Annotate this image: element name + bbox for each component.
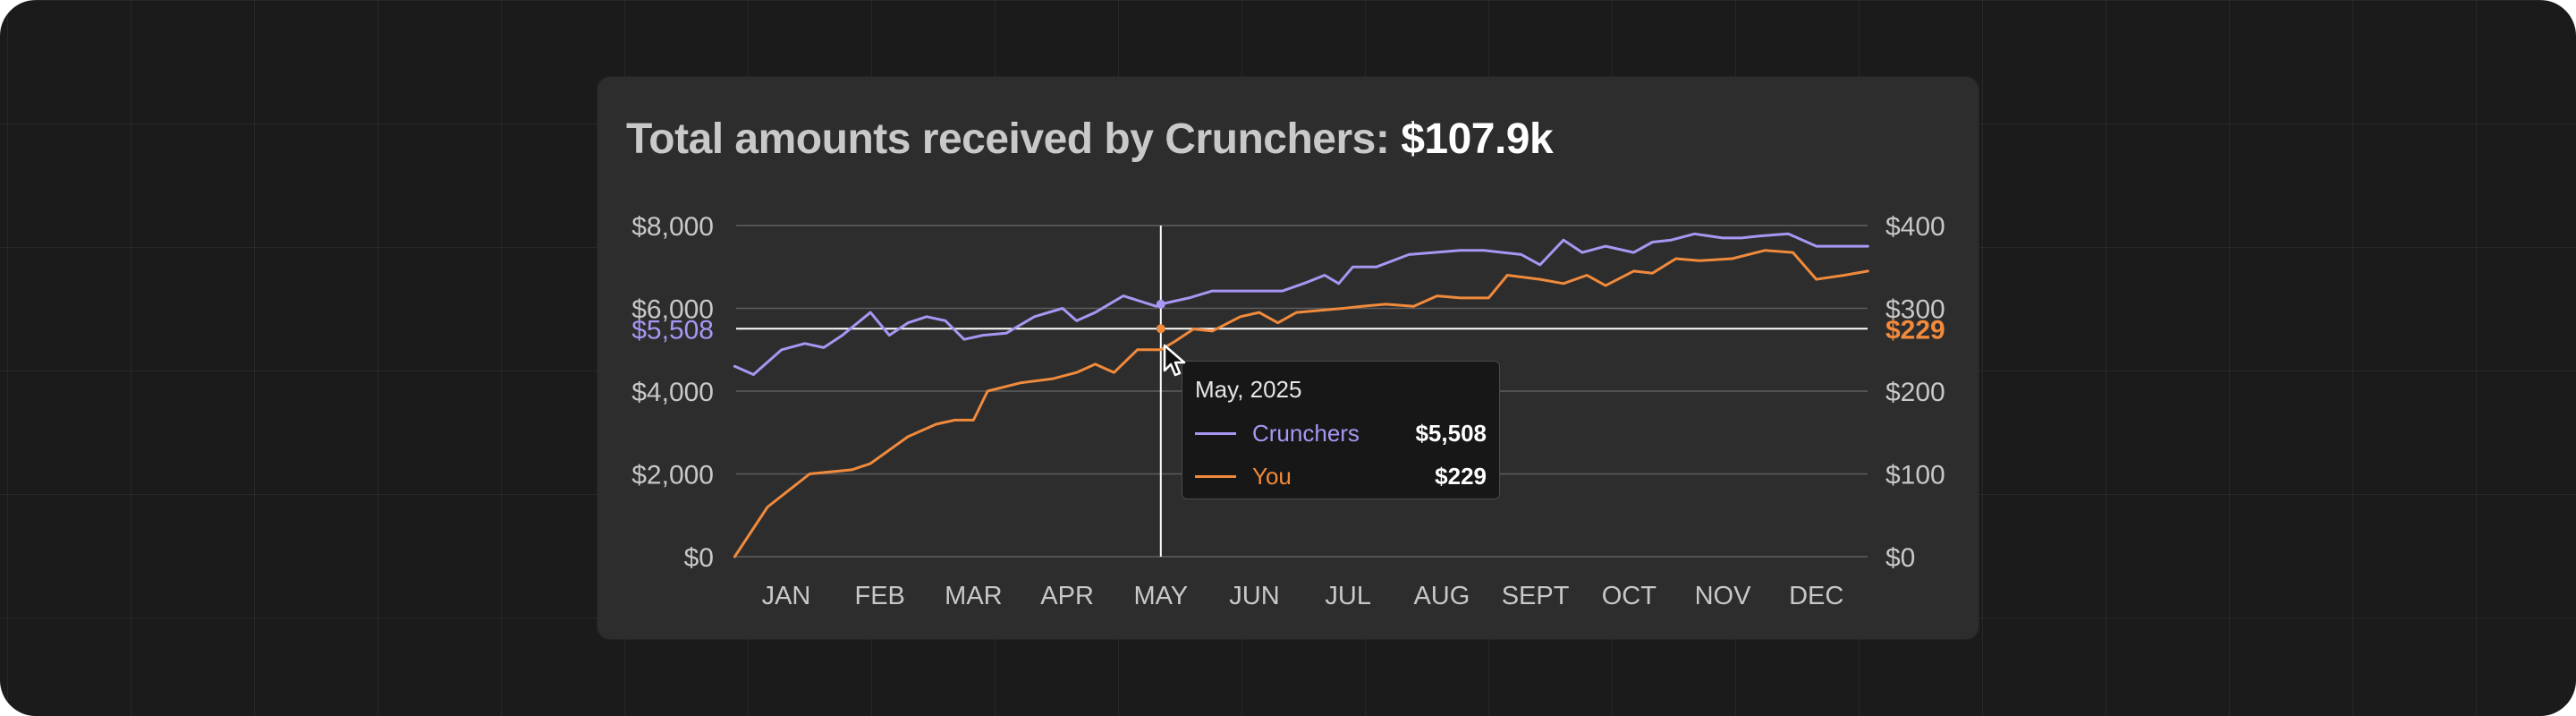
chart-tooltip: May, 2025 Crunchers $5,508 You $229 <box>1182 361 1500 499</box>
x-tick-label: DEC <box>1789 582 1843 610</box>
crunchers-point-marker <box>1156 299 1165 309</box>
you-highlight-label: $229 <box>1885 315 1945 345</box>
y-right-tick-label: $0 <box>1885 543 1915 573</box>
y-left-tick-label: $8,000 <box>631 212 714 242</box>
x-tick-label: JAN <box>762 582 811 610</box>
x-tick-label: MAR <box>945 582 1002 610</box>
y-right-tick-label: $200 <box>1885 378 1945 407</box>
x-tick-label: NOV <box>1695 582 1752 610</box>
y-left-tick-label: $4,000 <box>631 378 714 407</box>
y-left-tick-label: $0 <box>684 543 714 573</box>
x-tick-label: FEB <box>854 582 904 610</box>
tooltip-row-you: You $229 <box>1195 463 1487 490</box>
x-tick-label: AUG <box>1413 582 1470 610</box>
x-tick-label: JUN <box>1229 582 1279 610</box>
crunchers-legend-swatch <box>1195 432 1236 435</box>
tooltip-date: May, 2025 <box>1195 376 1302 403</box>
y-left-tick-label: $2,000 <box>631 461 714 490</box>
crunchers-highlight-label: $5,508 <box>631 315 714 345</box>
you-legend-swatch <box>1195 475 1236 478</box>
tooltip-series-name: Crunchers <box>1252 420 1360 447</box>
x-tick-label: JUL <box>1325 582 1371 610</box>
tooltip-series-value: $5,508 <box>1415 420 1487 447</box>
y-right-tick-label: $100 <box>1885 461 1945 490</box>
x-tick-label: OCT <box>1602 582 1657 610</box>
tooltip-row-crunchers: Crunchers $5,508 <box>1195 420 1487 447</box>
tooltip-series-name: You <box>1252 463 1292 490</box>
series-line-crunchers <box>733 232 1869 376</box>
line-chart[interactable]: $0 $0$2,000 $100$4,000 $200$6,000 $300$8,000… <box>0 0 2576 716</box>
x-tick-label: APR <box>1040 582 1094 610</box>
y-right-tick-label: $400 <box>1885 212 1945 242</box>
x-tick-label: MAY <box>1133 582 1188 610</box>
arrow-pointer-icon <box>1163 344 1186 377</box>
x-tick-label: SEPT <box>1502 582 1570 610</box>
you-point-marker <box>1156 324 1165 334</box>
tooltip-series-value: $229 <box>1435 463 1487 490</box>
